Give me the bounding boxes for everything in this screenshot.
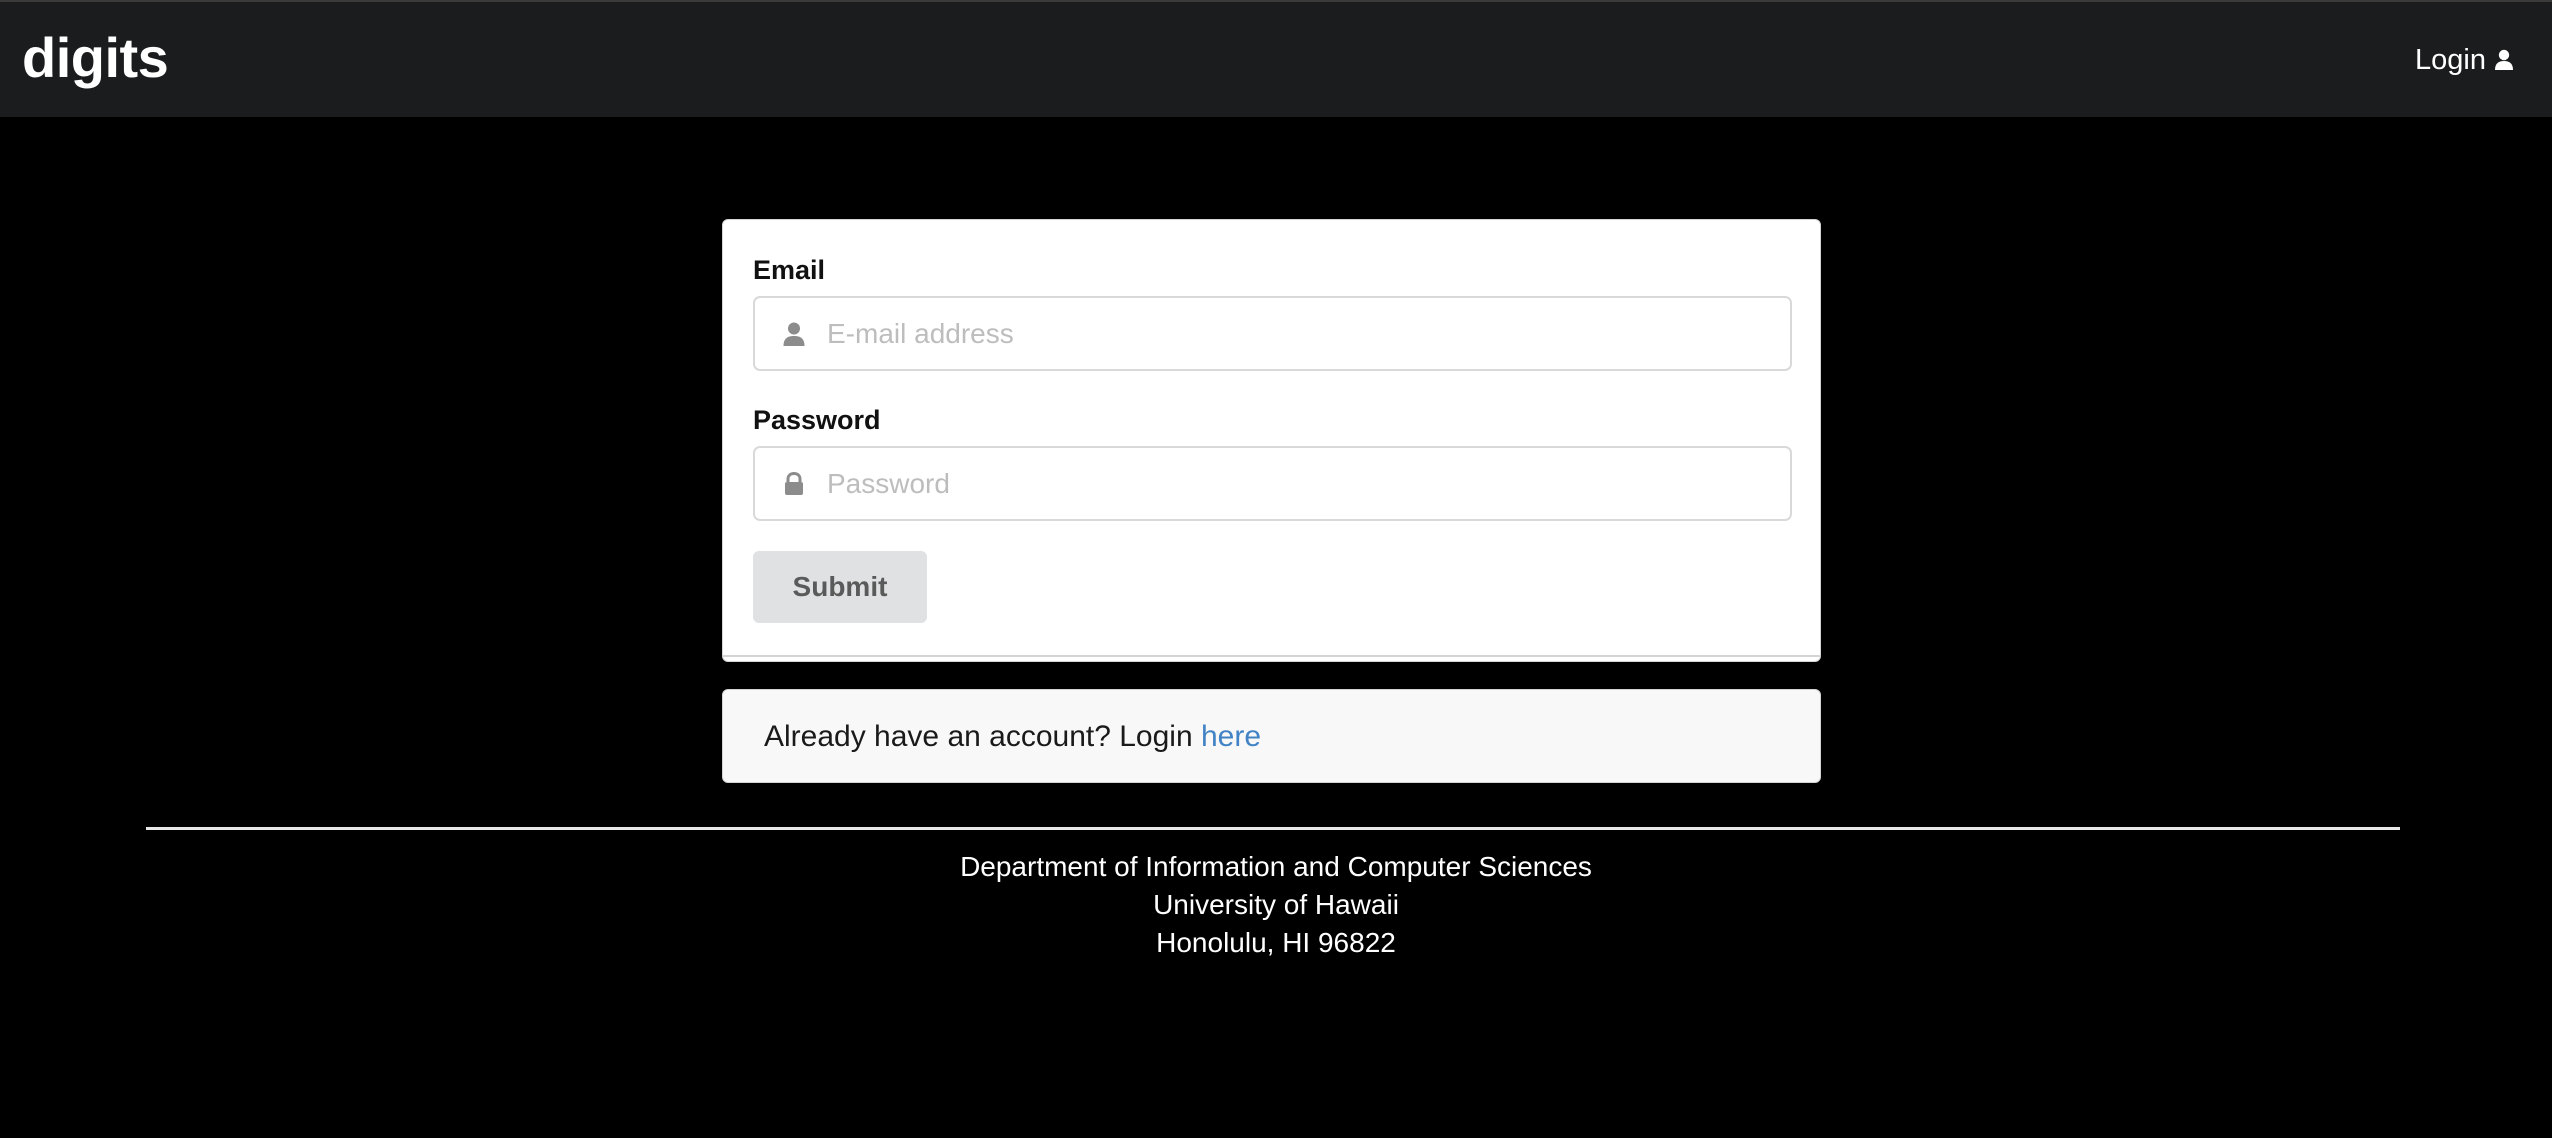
lock-icon	[785, 471, 803, 495]
login-message-text: Already have an account? Login	[764, 720, 1201, 753]
password-input[interactable]	[827, 448, 1767, 519]
footer-university: University of Hawaii	[1153, 889, 1399, 920]
email-field-wrapper[interactable]	[753, 296, 1792, 371]
footer: Department of Information and Computer S…	[0, 848, 2552, 962]
password-label: Password	[753, 405, 881, 435]
card-divider	[723, 655, 1820, 657]
footer-address: Honolulu, HI 96822	[1156, 927, 1396, 958]
login-here-link[interactable]: here	[1201, 720, 1261, 753]
footer-divider	[146, 827, 2400, 830]
top-navbar: digits Login	[0, 0, 2552, 117]
submit-button[interactable]: Submit	[753, 551, 927, 623]
email-label: Email	[753, 255, 826, 285]
brand-logo[interactable]: digits	[22, 26, 169, 90]
user-icon	[2495, 49, 2513, 70]
user-icon	[783, 322, 805, 346]
footer-department: Department of Information and Computer S…	[960, 851, 1592, 882]
login-menu-button[interactable]: Login	[2415, 42, 2514, 78]
login-menu-label: Login	[2415, 44, 2486, 76]
login-message-box: Already have an account? Login here	[722, 689, 1821, 783]
password-field-wrapper[interactable]	[753, 446, 1792, 521]
signup-form-card: Email Password Submit	[722, 219, 1821, 662]
login-message: Already have an account? Login here	[764, 719, 1261, 755]
email-input[interactable]	[827, 298, 1767, 369]
